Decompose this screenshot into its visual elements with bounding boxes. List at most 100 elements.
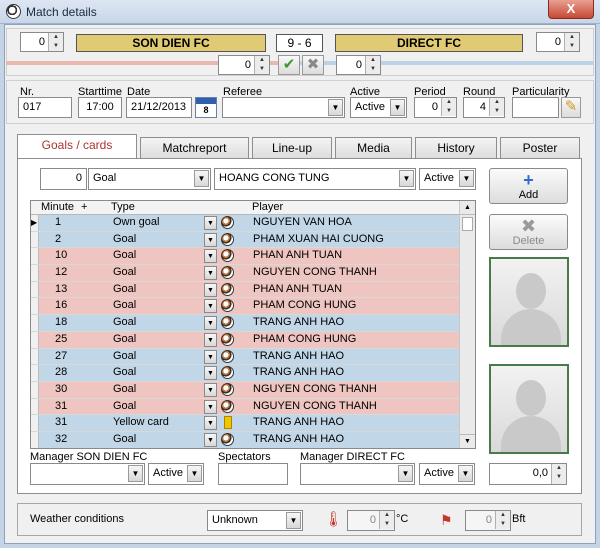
tab-line-up[interactable]: Line-up bbox=[252, 137, 332, 159]
row-selector[interactable] bbox=[31, 365, 39, 381]
home-manager-select[interactable]: ▼ bbox=[30, 463, 145, 485]
row-selector[interactable] bbox=[31, 298, 39, 315]
row-selector[interactable] bbox=[31, 248, 39, 265]
column-minute[interactable]: Minute bbox=[41, 201, 74, 213]
tab-media[interactable]: Media bbox=[335, 137, 412, 159]
column-type[interactable]: Type bbox=[111, 201, 135, 213]
table-row[interactable]: 31 Yellow card ▼ TRANG ANH HAO bbox=[31, 415, 475, 432]
row-selector[interactable] bbox=[31, 231, 39, 248]
chevron-down-icon[interactable]: ▼ bbox=[204, 349, 217, 364]
table-row[interactable]: 28 Goal ▼ TRANG ANH HAO bbox=[31, 365, 475, 382]
stepper-arrows-icon[interactable]: ▲ ▼ bbox=[379, 511, 394, 529]
table-row[interactable]: 13 Goal ▼ PHAN ANH TUAN bbox=[31, 281, 475, 299]
chevron-down-icon[interactable]: ▼ bbox=[204, 282, 217, 297]
temperature-stepper[interactable]: 0 ▲ ▼ bbox=[347, 510, 395, 531]
calendar-icon[interactable]: 8 bbox=[195, 97, 217, 118]
table-row[interactable]: 32 Goal ▼ TRANG ANH HAO bbox=[31, 431, 475, 448]
table-row[interactable]: 2 Goal ▼ PHAM XUAN HAI CUONG bbox=[31, 231, 475, 249]
scroll-thumb[interactable] bbox=[462, 217, 473, 231]
tab-poster[interactable]: Poster bbox=[500, 137, 580, 159]
row-selector[interactable] bbox=[31, 348, 39, 365]
row-selector[interactable]: ▶ bbox=[31, 215, 39, 231]
stepper-arrows-icon[interactable]: ▲ ▼ bbox=[489, 98, 504, 116]
add-button[interactable]: + Add bbox=[489, 168, 568, 204]
chevron-down-icon[interactable]: ▼ bbox=[204, 332, 217, 347]
table-row[interactable]: 27 Goal ▼ TRANG ANH HAO bbox=[31, 348, 475, 366]
chevron-down-icon[interactable]: ▼ bbox=[204, 366, 217, 381]
chevron-down-icon[interactable]: ▼ bbox=[187, 465, 202, 482]
tab-goals-cards[interactable]: Goals / cards bbox=[17, 134, 137, 159]
row-selector[interactable] bbox=[31, 381, 39, 398]
table-row[interactable]: 16 Goal ▼ PHAM CONG HUNG bbox=[31, 298, 475, 316]
chevron-down-icon[interactable]: ▼ bbox=[204, 249, 217, 264]
tab-matchreport[interactable]: Matchreport bbox=[140, 137, 249, 159]
stepper-arrows-icon[interactable]: ▲ ▼ bbox=[441, 98, 456, 116]
home-points-stepper[interactable]: 0 ▲ ▼ bbox=[20, 32, 64, 52]
stepper-arrows-icon[interactable]: ▲ ▼ bbox=[254, 56, 269, 74]
stepper-arrows-icon[interactable]: ▲ ▼ bbox=[365, 56, 380, 74]
period-stepper[interactable]: 0 ▲ ▼ bbox=[414, 97, 457, 118]
chevron-down-icon[interactable]: ▼ bbox=[204, 299, 217, 314]
stepper-arrows-icon[interactable]: ▲ ▼ bbox=[495, 511, 510, 529]
row-selector[interactable] bbox=[31, 431, 39, 448]
wind-stepper[interactable]: 0 ▲ ▼ bbox=[465, 510, 511, 531]
chevron-down-icon[interactable]: ▼ bbox=[204, 399, 217, 414]
table-row[interactable]: 10 Goal ▼ PHAN ANH TUAN bbox=[31, 248, 475, 266]
chevron-down-icon[interactable]: ▼ bbox=[204, 432, 217, 447]
sort-icon[interactable]: + bbox=[81, 201, 87, 213]
chevron-down-icon[interactable]: ▼ bbox=[204, 216, 217, 230]
player-select[interactable]: HOANG CONG TUNG ▼ bbox=[214, 168, 416, 190]
row-selector[interactable] bbox=[31, 398, 39, 415]
stepper-arrows-icon[interactable]: ▲ ▼ bbox=[551, 464, 566, 484]
minute-input[interactable]: 0 bbox=[40, 168, 87, 190]
table-row[interactable]: ▶ 1 Own goal ▼ NGUYEN VAN HOA bbox=[31, 215, 475, 232]
table-row[interactable]: 12 Goal ▼ NGUYEN CONG THANH bbox=[31, 265, 475, 282]
event-type-select[interactable]: Goal ▼ bbox=[88, 168, 211, 190]
chevron-down-icon[interactable]: ▼ bbox=[390, 99, 405, 116]
round-stepper[interactable]: 4 ▲ ▼ bbox=[463, 97, 505, 118]
row-selector[interactable] bbox=[31, 415, 39, 431]
row-selector[interactable] bbox=[31, 281, 39, 298]
stepper-arrows-icon[interactable]: ▲ ▼ bbox=[48, 33, 63, 51]
table-row[interactable]: 25 Goal ▼ PHAM CONG HUNG bbox=[31, 331, 475, 349]
scroll-down-icon[interactable]: ▼ bbox=[460, 434, 475, 448]
chevron-down-icon[interactable]: ▼ bbox=[204, 266, 217, 281]
confirm-check-icon[interactable]: ✔ bbox=[278, 55, 300, 75]
chevron-down-icon[interactable]: ▼ bbox=[204, 382, 217, 397]
entry-status-select[interactable]: Active ▼ bbox=[419, 168, 476, 190]
away-manager-select[interactable]: ▼ bbox=[300, 463, 415, 485]
chevron-down-icon[interactable]: ▼ bbox=[328, 99, 343, 116]
table-row[interactable]: 31 Goal ▼ NGUYEN CONG THANH bbox=[31, 398, 475, 416]
spectators-field[interactable] bbox=[218, 463, 288, 485]
table-row[interactable]: 18 Goal ▼ TRANG ANH HAO bbox=[31, 315, 475, 332]
stepper-arrows-icon[interactable]: ▲ ▼ bbox=[564, 33, 579, 51]
chevron-down-icon[interactable]: ▼ bbox=[204, 416, 217, 431]
chevron-down-icon[interactable]: ▼ bbox=[286, 512, 301, 529]
scroll-up-icon[interactable]: ▲ bbox=[460, 201, 475, 215]
away-sub-stepper[interactable]: 0 ▲ ▼ bbox=[336, 55, 381, 75]
row-selector[interactable] bbox=[31, 265, 39, 281]
chevron-down-icon[interactable]: ▼ bbox=[204, 316, 217, 331]
chevron-down-icon[interactable]: ▼ bbox=[458, 465, 473, 482]
pencil-icon[interactable]: ✎ bbox=[561, 97, 581, 118]
chevron-down-icon[interactable]: ▼ bbox=[399, 170, 414, 187]
chevron-down-icon[interactable]: ▼ bbox=[398, 465, 413, 482]
table-row[interactable]: 30 Goal ▼ NGUYEN CONG THANH bbox=[31, 381, 475, 399]
row-selector[interactable] bbox=[31, 315, 39, 331]
starttime-field[interactable]: 17:00 bbox=[78, 97, 122, 118]
referee-select[interactable]: ▼ bbox=[222, 97, 345, 118]
nr-field[interactable]: 017 bbox=[18, 97, 72, 118]
particularity-field[interactable] bbox=[512, 97, 559, 118]
chevron-down-icon[interactable]: ▼ bbox=[128, 465, 143, 482]
away-manager-status-select[interactable]: Active ▼ bbox=[419, 463, 475, 485]
away-points-stepper[interactable]: 0 ▲ ▼ bbox=[536, 32, 580, 52]
column-player[interactable]: Player bbox=[252, 201, 283, 213]
date-field[interactable]: 21/12/2013 bbox=[126, 97, 192, 118]
chevron-down-icon[interactable]: ▼ bbox=[459, 170, 474, 187]
chevron-down-icon[interactable]: ▼ bbox=[194, 170, 209, 187]
active-select[interactable]: Active ▼ bbox=[350, 97, 407, 118]
tab-history[interactable]: History bbox=[415, 137, 497, 159]
rating-stepper[interactable]: 0,0 ▲ ▼ bbox=[489, 463, 567, 485]
weather-condition-select[interactable]: Unknown ▼ bbox=[207, 510, 303, 531]
vertical-scrollbar[interactable]: ▲ ▼ bbox=[459, 201, 475, 448]
